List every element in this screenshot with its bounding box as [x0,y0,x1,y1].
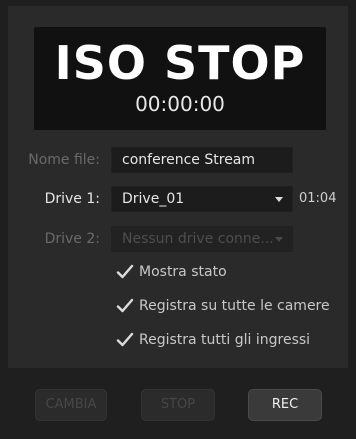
drive1-value: Drive_01 [122,191,185,207]
status-title: ISO STOP [54,36,306,90]
check-icon [116,332,134,347]
record-timecode: 00:00:00 [135,92,225,116]
drive2-value: Nessun drive conne... [122,231,274,247]
check-icon [116,298,134,313]
chevron-down-icon [275,197,283,202]
check-icon [116,264,134,279]
stop-button[interactable]: STOP [141,389,215,421]
drive1-select[interactable]: Drive_01 [111,186,293,212]
status-display: ISO STOP 00:00:00 [34,27,326,130]
change-button[interactable]: CAMBIA [35,389,107,421]
filename-label: Nome file: [28,152,100,168]
option-label: Registra su tutte le camere [139,298,330,314]
drive1-remaining-time: 01:04 [299,191,337,206]
drive2-select[interactable]: Nessun drive conne... [111,226,293,252]
drive1-label: Drive 1: [44,191,100,207]
filename-value: conference Stream [122,152,256,168]
chevron-down-icon [275,237,283,242]
filename-field[interactable]: conference Stream [111,147,293,173]
option-label: Mostra stato [139,264,227,280]
option-label: Registra tutti gli ingressi [139,332,311,348]
rec-button[interactable]: REC [248,389,322,421]
drive2-label: Drive 2: [44,231,100,247]
